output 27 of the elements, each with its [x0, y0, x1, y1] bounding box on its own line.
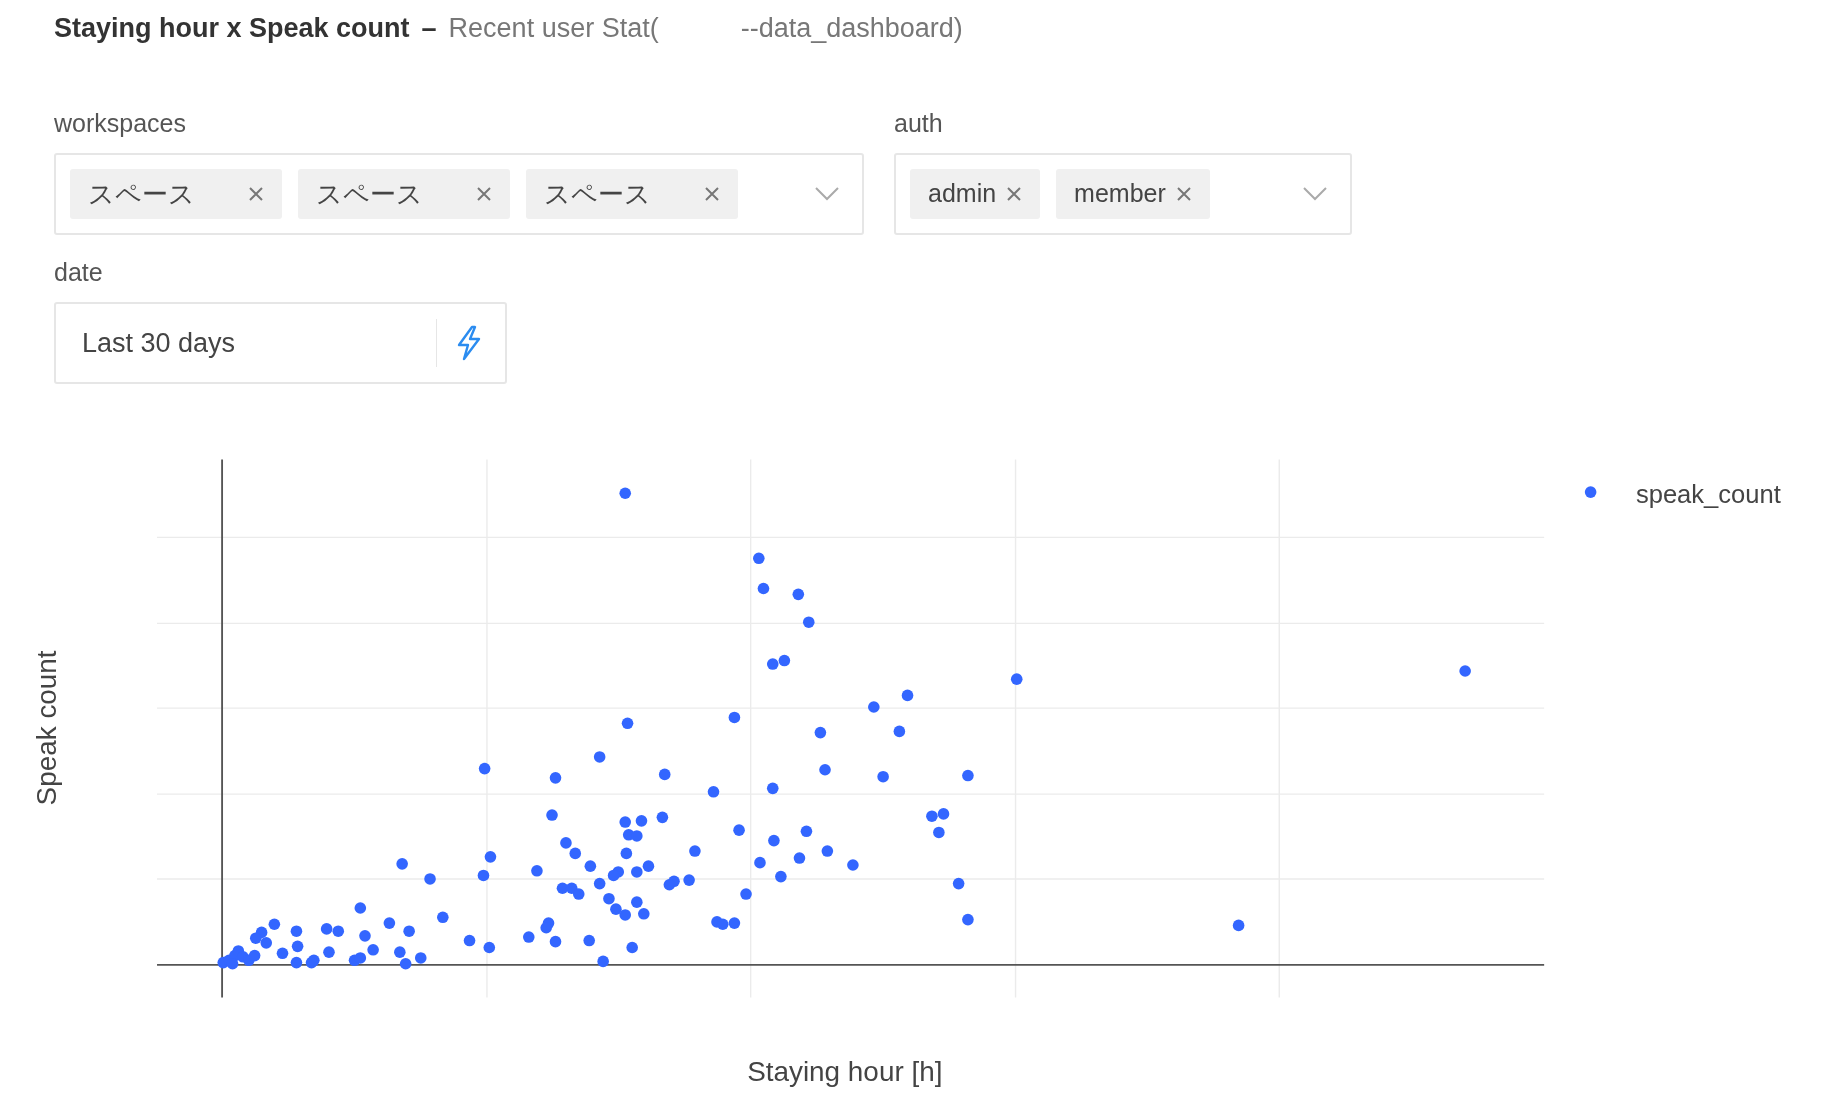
chevron-down-icon[interactable]: [1302, 186, 1328, 202]
x-axis-title: Staying hour [h]: [747, 1056, 943, 1088]
multi-select-field[interactable]: スペース スペース スペース: [54, 153, 864, 235]
lightning-icon[interactable]: [455, 325, 483, 361]
filter-label: auth: [894, 108, 944, 139]
close-icon[interactable]: [704, 186, 720, 202]
tag-chip[interactable]: member: [1056, 169, 1210, 219]
close-icon[interactable]: [248, 186, 264, 202]
chevron-down-icon[interactable]: [814, 186, 840, 202]
source-text: Recent user Stat(: [448, 12, 659, 45]
filter-label: workspaces: [54, 108, 187, 139]
dashboard-title: Staying hour x Speak count: [54, 12, 410, 45]
title-separator: –: [421, 12, 437, 45]
tag-chip[interactable]: スペース: [298, 169, 510, 219]
y-axis-title: Speak count: [30, 650, 62, 806]
close-icon[interactable]: [1006, 186, 1023, 202]
date-range-field[interactable]: Last 30 days: [54, 302, 507, 384]
tag-chip[interactable]: スペース: [70, 169, 282, 219]
tag-chip[interactable]: スペース: [526, 169, 738, 219]
close-icon[interactable]: [1175, 186, 1192, 202]
legend-label[interactable]: speak_count: [1635, 479, 1781, 508]
tag-chip[interactable]: admin: [910, 169, 1041, 219]
legend-marker: [1584, 486, 1597, 498]
filter-label: date: [54, 257, 104, 288]
close-icon[interactable]: [476, 186, 492, 202]
source-text: --data_dashboard): [740, 12, 963, 45]
multi-select-field[interactable]: admin member: [894, 153, 1352, 235]
